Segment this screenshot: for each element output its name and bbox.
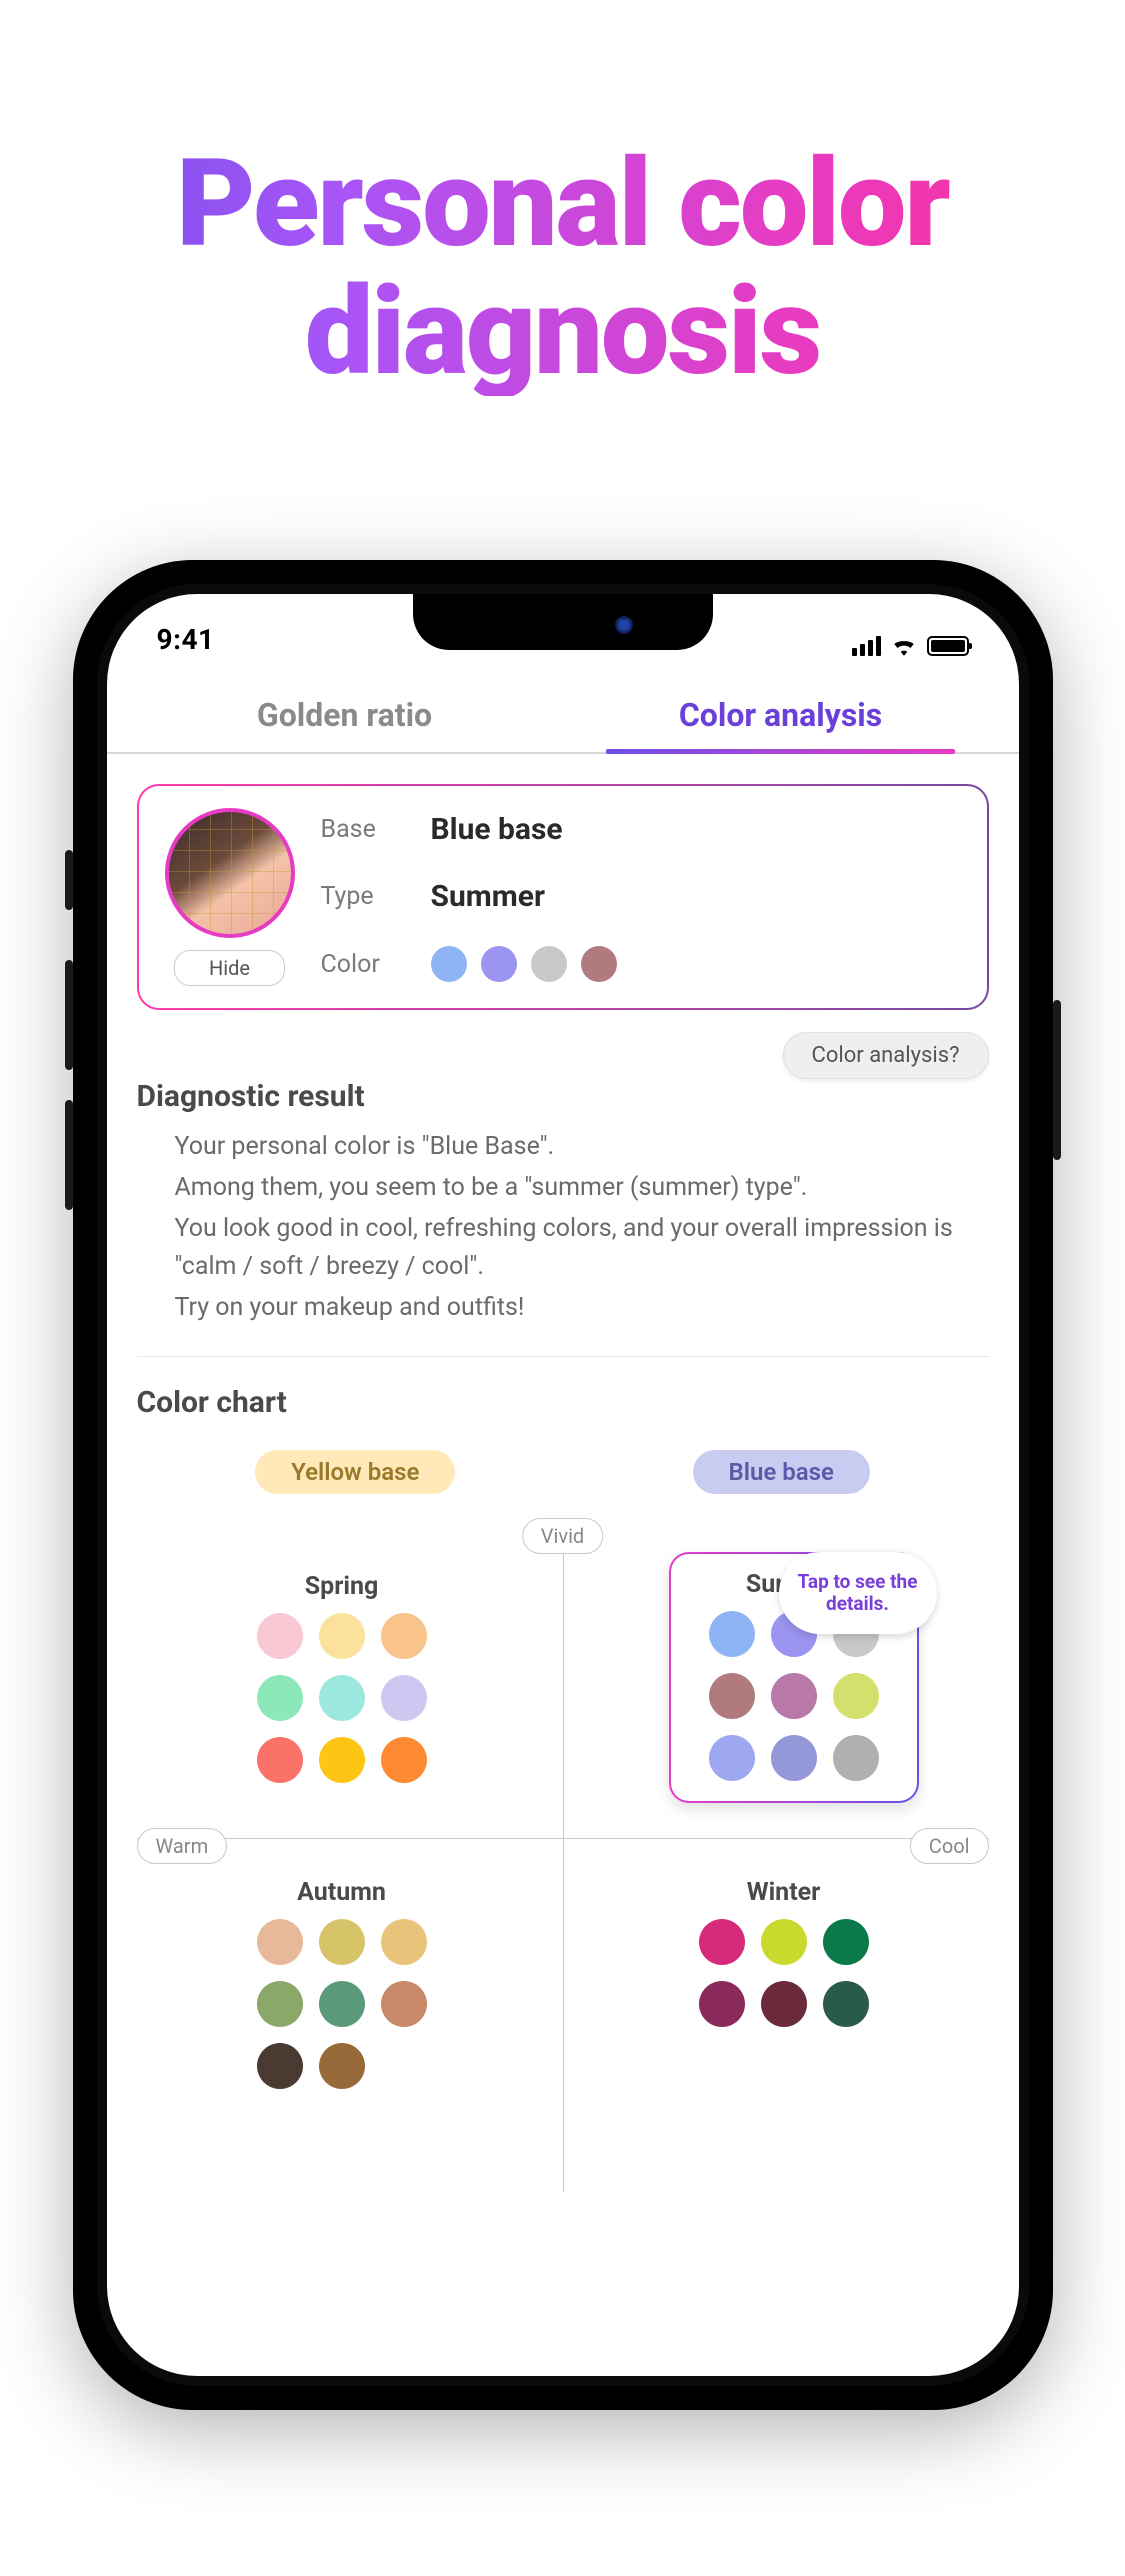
season-swatch[interactable] <box>381 1737 427 1783</box>
color-swatch <box>581 946 617 982</box>
season-swatch[interactable] <box>319 1675 365 1721</box>
diagnostic-line: Try on your makeup and outfits! <box>175 1289 989 1328</box>
season-swatch[interactable] <box>257 1675 303 1721</box>
user-photo[interactable] <box>165 808 295 938</box>
season-swatch[interactable] <box>257 1919 303 1965</box>
signal-icon <box>852 636 881 656</box>
season-swatch[interactable] <box>709 1735 755 1781</box>
season-swatch[interactable] <box>257 1613 303 1659</box>
diagnostic-line: Among them, you seem to be a "summer (su… <box>175 1169 989 1208</box>
axis-cool-label: Cool <box>910 1828 989 1864</box>
season-swatch[interactable] <box>381 1981 427 2027</box>
battery-icon <box>927 636 969 656</box>
season-swatch[interactable] <box>823 1919 869 1965</box>
season-spring[interactable]: Spring <box>217 1572 467 1783</box>
season-swatch[interactable] <box>257 1981 303 2027</box>
diagnostic-title: Diagnostic result <box>137 1079 989 1114</box>
spring-label: Spring <box>217 1572 467 1601</box>
season-swatch[interactable] <box>833 1673 879 1719</box>
base-value: Blue base <box>431 812 961 847</box>
marketing-heading: Personal color diagnosis <box>0 140 1125 396</box>
season-swatch[interactable] <box>771 1673 817 1719</box>
season-winter[interactable]: Winter <box>659 1878 909 2027</box>
tab-golden-ratio[interactable]: Golden ratio <box>127 674 563 752</box>
season-swatch[interactable] <box>319 1981 365 2027</box>
blue-base-pill[interactable]: Blue base <box>693 1450 870 1494</box>
color-swatch-row <box>431 946 961 982</box>
season-swatch[interactable] <box>761 1919 807 1965</box>
season-swatch[interactable] <box>257 1737 303 1783</box>
color-analysis-help-button[interactable]: Color analysis? <box>783 1032 989 1079</box>
season-swatch[interactable] <box>319 1737 365 1783</box>
color-chart: Yellow base Blue base Vivid Warm Cool Sp… <box>137 1450 989 2072</box>
result-card: Hide Base Blue base Type Summer Color <box>137 784 989 1010</box>
phone-frame: 9:41 Golden ratio Color analysis Hide <box>73 560 1053 2410</box>
season-swatch[interactable] <box>381 1613 427 1659</box>
season-autumn[interactable]: Autumn <box>217 1878 467 2089</box>
color-swatch <box>431 946 467 982</box>
season-swatch[interactable] <box>699 1919 745 1965</box>
season-swatch[interactable] <box>699 1981 745 2027</box>
color-swatch <box>481 946 517 982</box>
season-swatch[interactable] <box>319 1919 365 1965</box>
type-label: Type <box>321 882 431 911</box>
color-swatch <box>531 946 567 982</box>
base-label: Base <box>321 815 431 844</box>
wifi-icon <box>891 636 917 656</box>
season-swatch[interactable] <box>709 1611 755 1657</box>
season-summer[interactable]: Tap to see the details. Summer <box>669 1552 919 1803</box>
diagnostic-line: You look good in cool, refreshing colors… <box>175 1210 989 1288</box>
diagnostic-body: Your personal color is "Blue Base".Among… <box>137 1114 989 1357</box>
season-swatch[interactable] <box>833 1735 879 1781</box>
tap-tooltip: Tap to see the details. <box>779 1552 937 1634</box>
color-chart-title: Color chart <box>137 1385 989 1420</box>
color-label: Color <box>321 950 431 979</box>
season-swatch[interactable] <box>709 1673 755 1719</box>
winter-label: Winter <box>659 1878 909 1907</box>
yellow-base-pill[interactable]: Yellow base <box>255 1450 455 1494</box>
axis-warm-label: Warm <box>137 1828 228 1864</box>
type-value: Summer <box>431 879 961 914</box>
season-swatch[interactable] <box>381 1675 427 1721</box>
diagnostic-line: Your personal color is "Blue Base". <box>175 1128 989 1167</box>
tab-color-analysis[interactable]: Color analysis <box>563 674 999 752</box>
season-swatch[interactable] <box>771 1735 817 1781</box>
status-time: 9:41 <box>157 623 215 656</box>
autumn-label: Autumn <box>217 1878 467 1907</box>
axis-vivid-label: Vivid <box>522 1518 603 1554</box>
season-swatch[interactable] <box>257 2043 303 2089</box>
season-swatch[interactable] <box>319 1613 365 1659</box>
season-swatch[interactable] <box>761 1981 807 2027</box>
season-swatch[interactable] <box>823 1981 869 2027</box>
season-swatch[interactable] <box>381 1919 427 1965</box>
hide-button[interactable]: Hide <box>174 950 285 986</box>
tabs-row: Golden ratio Color analysis <box>107 674 1019 754</box>
season-swatch[interactable] <box>319 2043 365 2089</box>
